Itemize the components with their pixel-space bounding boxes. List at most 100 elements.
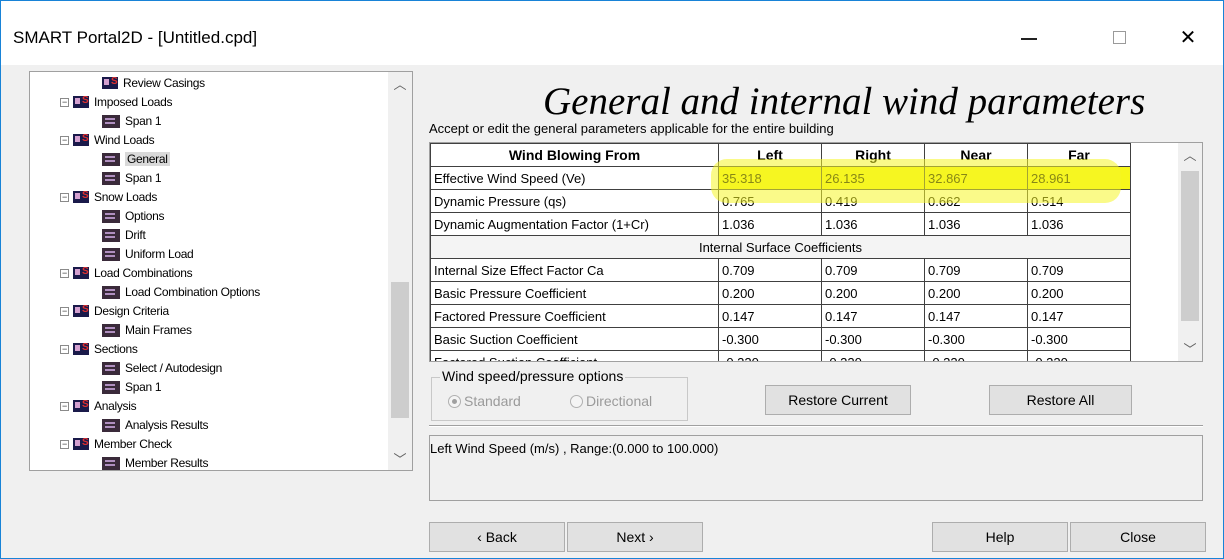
tree-item[interactable]: Span 1 (102, 170, 162, 186)
close-button[interactable]: Close (1070, 522, 1206, 552)
standard-radio[interactable]: Standard (448, 393, 521, 409)
value-cell[interactable]: -0.220 (821, 350, 925, 361)
value-cell[interactable]: 0.709 (924, 258, 1028, 282)
tree-item[interactable]: Member Results (102, 455, 208, 470)
collapse-icon[interactable]: − (60, 401, 69, 411)
tree-item-label: Main Frames (125, 323, 192, 337)
tree-item[interactable]: Analysis Results (102, 417, 209, 433)
value-cell[interactable]: 1.036 (718, 212, 822, 236)
value-cell[interactable]: 0.200 (924, 281, 1028, 305)
page-icon (102, 456, 120, 470)
row-label: Factored Suction Coefficient (430, 350, 719, 361)
grid-scroll-thumb[interactable] (1181, 171, 1199, 321)
value-cell[interactable]: -0.220 (924, 350, 1028, 361)
value-cell[interactable]: 0.200 (718, 281, 822, 305)
tree-item[interactable]: Select / Autodesign (102, 360, 222, 376)
page-icon (102, 418, 120, 432)
standard-radio-label: Standard (464, 393, 521, 409)
value-cell[interactable]: 0.419 (821, 189, 925, 213)
value-cell[interactable]: 0.709 (718, 258, 822, 282)
value-cell[interactable]: 0.709 (821, 258, 925, 282)
tree-item[interactable]: − Design Criteria (60, 303, 169, 319)
value-cell[interactable]: -0.300 (718, 327, 822, 351)
tree-item[interactable]: Review Casings (102, 75, 205, 91)
value-cell[interactable]: 32.867 (924, 166, 1028, 190)
value-cell[interactable]: -0.220 (1027, 350, 1131, 361)
page-icon (102, 361, 120, 375)
grid-scrollbar[interactable]: ︿ ﹀ (1178, 143, 1202, 361)
collapse-icon[interactable]: − (60, 439, 69, 449)
restore-current-button[interactable]: Restore Current (765, 385, 911, 415)
collapse-icon[interactable]: − (60, 306, 69, 316)
wind-options-group: Wind speed/pressure options Standard Dir… (431, 368, 688, 421)
value-cell[interactable]: 0.147 (821, 304, 925, 328)
tree-item[interactable]: − Imposed Loads (60, 94, 172, 110)
tree-item[interactable]: − Sections (60, 341, 138, 357)
tree-item[interactable]: − Load Combinations (60, 265, 193, 281)
navigation-tree[interactable]: Review Casings − Imposed Loads Span 1 − Wind … (29, 71, 413, 471)
value-cell[interactable]: 35.318 (718, 166, 822, 190)
collapse-icon[interactable]: − (60, 192, 69, 202)
tree-item[interactable]: − Analysis (60, 398, 137, 414)
minimize-icon (1021, 38, 1037, 40)
folder-icon (73, 266, 89, 279)
value-cell[interactable]: 0.514 (1027, 189, 1131, 213)
collapse-icon[interactable]: − (60, 135, 69, 145)
collapse-icon[interactable]: − (60, 97, 69, 107)
column-header: Right (821, 143, 925, 167)
back-button[interactable]: ‹ Back (429, 522, 565, 552)
tree-item-label: Span 1 (125, 171, 162, 185)
tree-item[interactable]: − Snow Loads (60, 189, 157, 205)
value-cell[interactable]: -0.300 (924, 327, 1028, 351)
restore-all-button[interactable]: Restore All (989, 385, 1132, 415)
tree-item[interactable]: Options (102, 208, 165, 224)
value-cell[interactable]: 0.200 (1027, 281, 1131, 305)
row-label: Dynamic Pressure (qs) (430, 189, 719, 213)
tree-item[interactable]: Span 1 (102, 113, 162, 129)
value-cell[interactable]: -0.220 (718, 350, 822, 361)
value-cell[interactable]: 26.135 (821, 166, 925, 190)
value-cell[interactable]: -0.300 (1027, 327, 1131, 351)
tree-scrollbar[interactable]: ︿ ﹀ (388, 72, 412, 470)
tree-scroll-thumb[interactable] (391, 282, 409, 418)
value-cell[interactable]: 0.147 (1027, 304, 1131, 328)
collapse-icon[interactable]: − (60, 268, 69, 278)
tree-item[interactable]: − Wind Loads (60, 132, 155, 148)
tree-item[interactable]: Load Combination Options (102, 284, 260, 300)
scroll-down-icon[interactable]: ﹀ (388, 449, 412, 469)
tree-item[interactable]: Drift (102, 227, 146, 243)
grid-scroll-down-icon[interactable]: ﹀ (1178, 339, 1202, 359)
scroll-up-icon[interactable]: ︿ (388, 74, 412, 94)
page-icon (102, 152, 120, 166)
close-window-button[interactable]: ✕ (1165, 19, 1211, 55)
tree-item[interactable]: Main Frames (102, 322, 192, 338)
value-cell[interactable]: 0.709 (1027, 258, 1131, 282)
tree-item[interactable]: Uniform Load (102, 246, 194, 262)
tree-item[interactable]: Span 1 (102, 379, 162, 395)
value-cell[interactable]: 0.765 (718, 189, 822, 213)
directional-radio[interactable]: Directional (570, 393, 652, 409)
value-cell[interactable]: 0.147 (924, 304, 1028, 328)
value-cell[interactable]: 0.200 (821, 281, 925, 305)
table-row: Factored Suction Coefficient -0.220 -0.220… (430, 350, 1171, 361)
tree-item[interactable]: − Member Check (60, 436, 172, 452)
tree-item[interactable]: General (102, 151, 170, 167)
minimize-button[interactable] (1006, 19, 1052, 55)
value-cell[interactable]: 28.961 (1027, 166, 1131, 190)
column-header: Near (924, 143, 1028, 167)
value-cell[interactable]: -0.300 (821, 327, 925, 351)
value-cell[interactable]: 1.036 (924, 212, 1028, 236)
next-button[interactable]: Next › (567, 522, 703, 552)
value-cell[interactable]: 0.147 (718, 304, 822, 328)
value-cell[interactable]: 0.662 (924, 189, 1028, 213)
help-button[interactable]: Help (932, 522, 1068, 552)
value-cell[interactable]: 1.036 (1027, 212, 1131, 236)
tree-item-label: Sections (94, 342, 138, 356)
grid-scroll-up-icon[interactable]: ︿ (1178, 145, 1202, 165)
page-icon (102, 114, 120, 128)
maximize-button[interactable] (1096, 19, 1142, 55)
collapse-icon[interactable]: − (60, 344, 69, 354)
parameters-grid[interactable]: Wind Blowing From Left Right Near Far Effecti… (429, 142, 1203, 362)
table-row: Factored Pressure Coefficient 0.147 0.147 0… (430, 304, 1171, 328)
value-cell[interactable]: 1.036 (821, 212, 925, 236)
